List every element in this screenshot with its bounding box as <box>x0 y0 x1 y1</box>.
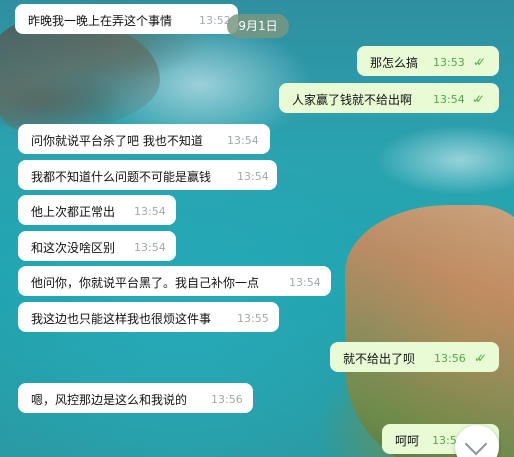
message-text: 问你就说平台杀了吧 我也不知道 <box>31 134 203 148</box>
message-time: 13:54 <box>227 134 259 147</box>
message-bubble-incoming[interactable]: 问你就说平台杀了吧 我也不知道 13:54 <box>18 124 270 154</box>
message-text: 他上次都正常出 <box>31 205 116 219</box>
message-bubble-incoming[interactable]: 嗯，风控那边是这么和我说的 13:56 <box>18 383 253 413</box>
message-text: 昨晚我一晚上在弄这个事情 <box>28 14 173 28</box>
message-time: 13:54 <box>289 276 321 289</box>
message-bubble-incoming[interactable]: 他上次都正常出 13:54 <box>18 195 176 225</box>
message-text: 我都不知道什么问题不可能是赢钱 <box>31 170 212 184</box>
message-text: 呵呵 <box>395 434 420 448</box>
message-text: 和这次没啥区别 <box>31 241 116 255</box>
message-text: 嗯，风控那边是这么和我说的 <box>31 393 188 407</box>
chat-view[interactable]: 昨晚我一晚上在弄这个事情 13:52 9月1日 那怎么搞 13:53 ✓✓ 人家… <box>0 0 514 457</box>
message-text: 他问你，你就说平台黑了。我自己补你一点 <box>31 276 260 290</box>
message-text: 就不给出了呗 <box>343 352 416 366</box>
message-time: 13:53 <box>433 56 465 69</box>
double-check-icon: ✓✓ <box>474 351 487 365</box>
message-bubble-outgoing[interactable]: 就不给出了呗 13:56 ✓✓ <box>330 342 499 372</box>
message-bubble-outgoing[interactable]: 那怎么搞 13:53 ✓✓ <box>357 46 499 76</box>
message-bubble-outgoing[interactable]: 人家赢了钱就不给出啊 13:54 ✓✓ <box>279 83 499 113</box>
background-rock <box>0 20 160 130</box>
message-time: 13:5 <box>432 434 457 447</box>
message-time: 13:54 <box>433 93 465 106</box>
message-text: 我这边也只能这样我也很烦这件事 <box>31 312 212 326</box>
background-cliff <box>345 205 514 457</box>
message-time: 13:55 <box>237 312 269 325</box>
message-bubble-incoming[interactable]: 他问你，你就说平台黑了。我自己补你一点 13:54 <box>18 266 331 296</box>
message-time: 13:54 <box>134 241 166 254</box>
message-text: 人家赢了钱就不给出啊 <box>292 93 413 107</box>
chevron-down-icon <box>464 432 488 456</box>
message-time: 13:56 <box>434 352 466 365</box>
double-check-icon: ✓✓ <box>472 92 485 106</box>
message-time: 13:52 <box>199 14 231 27</box>
message-time: 13:56 <box>211 393 243 406</box>
message-bubble-incoming[interactable]: 我这边也只能这样我也很烦这件事 13:55 <box>18 302 279 332</box>
message-bubble-incoming[interactable]: 我都不知道什么问题不可能是赢钱 13:54 <box>18 160 277 190</box>
message-bubble-incoming[interactable]: 昨晚我一晚上在弄这个事情 13:52 <box>15 4 238 34</box>
message-bubble-incoming[interactable]: 和这次没啥区别 13:54 <box>18 231 176 261</box>
date-divider: 9月1日 <box>227 14 289 38</box>
double-check-icon: ✓✓ <box>473 55 486 69</box>
message-time: 13:54 <box>134 205 166 218</box>
message-text: 那怎么搞 <box>370 56 419 70</box>
message-time: 13:54 <box>237 170 269 183</box>
